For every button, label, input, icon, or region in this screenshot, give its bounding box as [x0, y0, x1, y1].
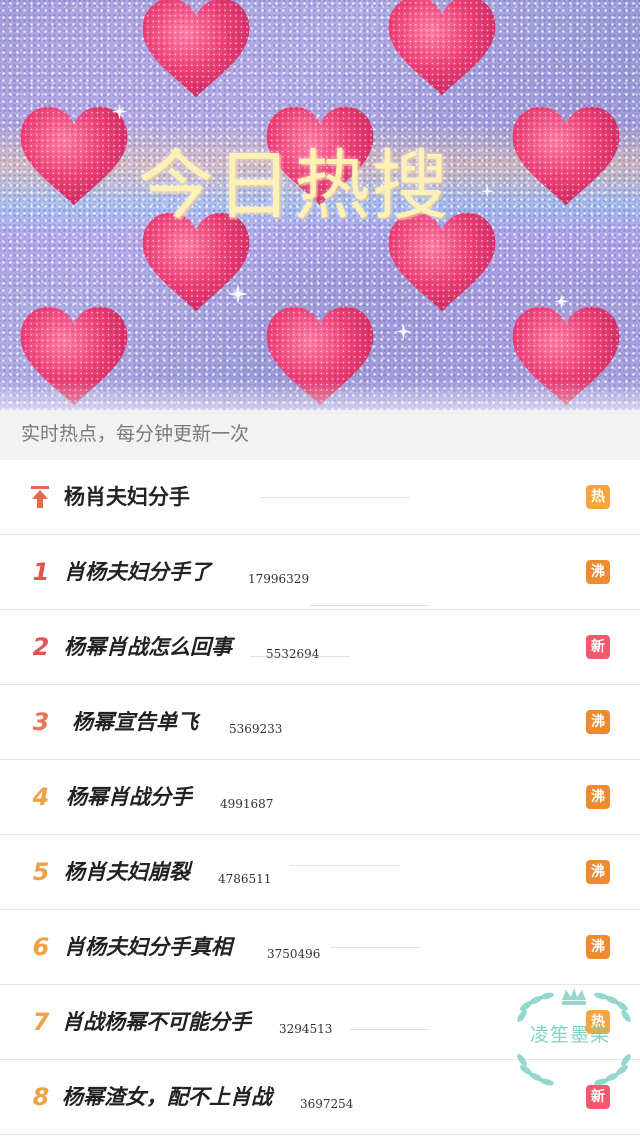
list-item[interactable]: 8 杨幂渣女，配不上肖战 3697254 新: [0, 1060, 640, 1135]
list-item[interactable]: 7 肖战杨幂不可能分手 3294513 热: [0, 985, 640, 1060]
smudge-line: [330, 947, 420, 948]
search-count: 4991687: [220, 797, 274, 811]
topic-text: 杨肖夫妇崩裂: [64, 860, 190, 884]
list-item-pinned[interactable]: 杨肖夫妇分手 热: [0, 460, 640, 535]
search-count: 3697254: [300, 1097, 354, 1111]
subtitle-bar: 实时热点，每分钟更新一次: [0, 410, 640, 460]
smudge-line: [260, 497, 410, 498]
hot-search-banner: 今日热搜: [0, 0, 640, 410]
rank-number: 6: [32, 933, 50, 961]
boil-badge: 沸: [586, 860, 610, 884]
list-item[interactable]: 3 杨幂宣告单飞 5369233 沸: [0, 685, 640, 760]
list-item[interactable]: 1 肖杨夫妇分手了 17996329 沸: [0, 535, 640, 610]
hot-badge: 热: [586, 485, 610, 509]
rank-number: 2: [32, 633, 50, 661]
list-item[interactable]: 4 杨幂肖战分手 4991687 沸: [0, 760, 640, 835]
smudge-line: [310, 605, 430, 606]
hot-badge: 热: [586, 1010, 610, 1034]
search-count: 4786511: [218, 872, 272, 886]
banner-title: 今日热搜: [138, 141, 450, 230]
topic-text: 肖战杨幂不可能分手: [62, 1010, 251, 1034]
topic-text: 杨肖夫妇分手: [64, 485, 190, 509]
boil-badge: 沸: [586, 710, 610, 734]
search-count: 5532694: [266, 647, 320, 661]
new-badge: 新: [586, 635, 610, 659]
hot-search-list: 杨肖夫妇分手 热 1 肖杨夫妇分手了 17996329 沸 2 杨幂肖战怎么回事…: [0, 460, 640, 1135]
rank-number: 7: [32, 1008, 50, 1036]
smudge-line: [290, 865, 400, 866]
rank-number: 4: [32, 783, 50, 811]
pin-to-top-icon: [31, 486, 49, 508]
boil-badge: 沸: [586, 785, 610, 809]
search-count: 3294513: [279, 1022, 333, 1036]
topic-text: 杨幂肖战分手: [66, 785, 192, 809]
list-item[interactable]: 6 肖杨夫妇分手真相 3750496 沸: [0, 910, 640, 985]
rank-number: 5: [32, 858, 50, 886]
topic-text: 肖杨夫妇分手真相: [64, 935, 232, 959]
search-count: 5369233: [229, 722, 283, 736]
rank-number: 8: [32, 1083, 50, 1111]
boil-badge: 沸: [586, 560, 610, 584]
topic-text: 杨幂肖战怎么回事: [64, 635, 232, 659]
rank-number: 3: [32, 708, 50, 736]
topic-text: 杨幂宣告单飞: [72, 710, 198, 734]
search-count: 3750496: [267, 947, 321, 961]
list-item[interactable]: 2 杨幂肖战怎么回事 5532694 新: [0, 610, 640, 685]
search-count: 17996329: [248, 572, 310, 586]
smudge-line: [250, 656, 350, 657]
subtitle-text: 实时热点，每分钟更新一次: [21, 423, 250, 445]
smudge-line: [350, 1029, 430, 1030]
rank-number: 1: [32, 558, 50, 586]
topic-text: 肖杨夫妇分手了: [64, 560, 211, 584]
new-badge: 新: [586, 1085, 610, 1109]
topic-text: 杨幂渣女，配不上肖战: [62, 1085, 272, 1109]
list-item[interactable]: 5 杨肖夫妇崩裂 4786511 沸: [0, 835, 640, 910]
boil-badge: 沸: [586, 935, 610, 959]
